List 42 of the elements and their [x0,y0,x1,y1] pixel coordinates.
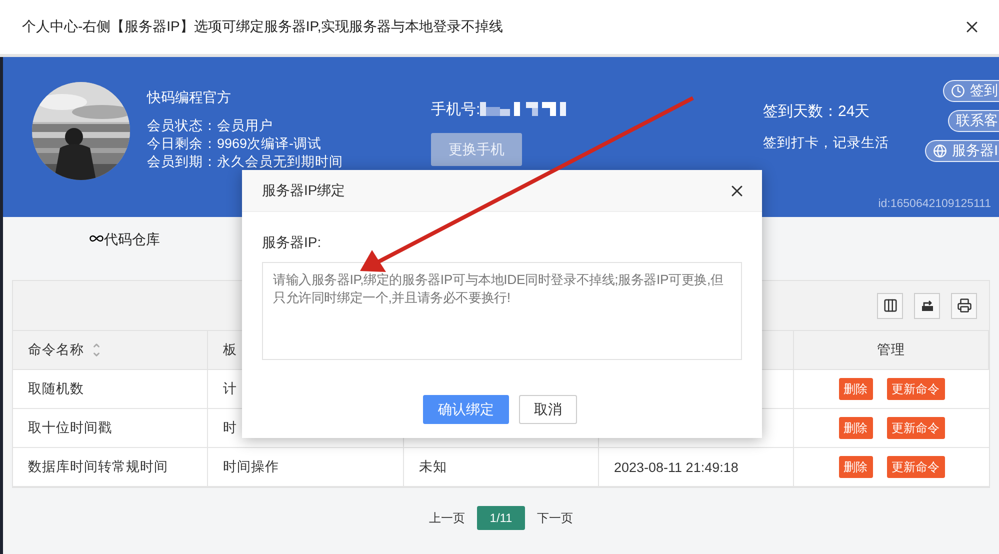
table-cell: 时间操作 [208,448,404,487]
checkin-slogan: 签到打卡，记录生活 [763,134,890,152]
column-label: 板 [223,341,237,359]
globe-icon [933,144,948,158]
member-info-line: 今日剩余：9969次编译-调试 [147,135,323,153]
column-label: 命令名称 [28,341,84,359]
member-info-line: 会员到期：永久会员无到期时间 [147,153,344,171]
side-button[interactable]: 服务器I [925,140,999,162]
user-id: id:1650642109125111 [878,198,991,210]
table-cell: 数据库时间转常规时间 [13,448,208,487]
action-button[interactable]: 删除 [838,378,872,400]
side-button[interactable]: 签到 [943,80,999,102]
column-label: 管理 [877,341,905,359]
action-button[interactable]: 删除 [838,456,872,478]
side-button[interactable]: 联系客 [948,110,999,132]
table-cell: 2023-08-11 21:49:18 [599,448,794,487]
columns-icon[interactable] [877,292,903,318]
action-button[interactable]: 更新命令 [886,378,944,400]
action-button[interactable]: 更新命令 [886,417,944,439]
member-info-line: 会员状态：会员用户 [147,117,274,135]
user-name: 快码编程官方 [147,89,232,107]
change-phone-button[interactable]: 更换手机 [431,133,522,166]
print-icon[interactable] [951,292,977,318]
clock-icon [951,84,965,98]
page-button[interactable]: 1/11 [477,506,525,530]
confirm-button[interactable]: 确认绑定 [423,395,509,424]
next-page-link[interactable]: 下一页 [537,510,573,526]
phone-label: 手机号: [431,100,480,118]
cancel-button[interactable]: 取消 [519,395,577,424]
field-label: 服务器IP: [262,234,322,252]
dialog-title: 服务器IP绑定 [262,182,346,200]
export-icon[interactable] [914,292,940,318]
action-button[interactable]: 更新命令 [886,456,944,478]
table-cell: 取十位时间戳 [13,409,208,448]
table-cell: 未知 [404,448,599,487]
action-button[interactable]: 删除 [838,417,872,439]
checkin-days: 签到天数：24天 [763,102,920,121]
window-title: 个人中心-右侧【服务器IP】选项可绑定服务器IP,实现服务器与本地登录不掉线 [22,18,504,36]
table-cell: 取随机数 [13,370,208,409]
prev-page-link[interactable]: 上一页 [429,510,465,526]
tab[interactable]: 代码仓库 [104,231,160,249]
input-field[interactable]: 请输入服务器IP,绑定的服务器IP可与本地IDE同时登录不掉线;服务器IP可更换,但只允许同时绑定一个,并且请务必不要换行! [262,262,742,360]
